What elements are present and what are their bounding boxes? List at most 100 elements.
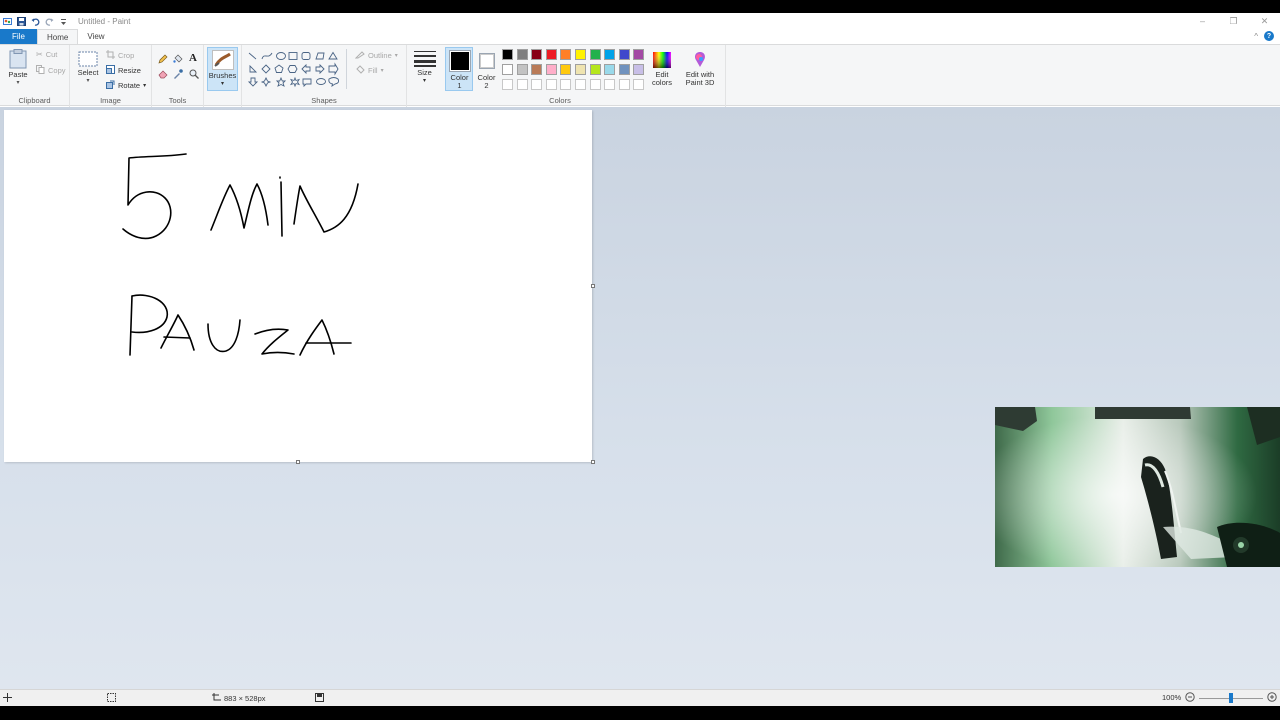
palette-custom-slot[interactable] xyxy=(502,79,513,90)
palette-custom-slot[interactable] xyxy=(604,79,615,90)
brush-icon xyxy=(211,50,234,72)
canvas-resize-handle-corner[interactable] xyxy=(591,460,595,464)
zoom-in-button[interactable] xyxy=(1267,692,1277,702)
select-label: Select xyxy=(77,68,99,77)
scissors-icon: ✂ xyxy=(36,50,43,59)
palette-swatch[interactable] xyxy=(619,64,630,75)
rotate-label: Rotate xyxy=(118,81,141,90)
drawing-canvas[interactable] xyxy=(4,110,595,464)
palette-custom-slot[interactable] xyxy=(546,79,557,90)
minimize-button[interactable]: – xyxy=(1187,13,1218,29)
cut-button[interactable]: ✂ Cut xyxy=(36,50,57,59)
outline-dropdown-arrow-icon: ▾ xyxy=(394,53,398,59)
palette-custom-slot[interactable] xyxy=(560,79,571,90)
zoom-out-icon xyxy=(1185,692,1195,702)
rotate-button[interactable]: Rotate ▾ xyxy=(106,80,146,91)
palette-custom-slot[interactable] xyxy=(590,79,601,90)
paint-window: Untitled - Paint – ❐ ✕ File Home View ^ … xyxy=(0,13,1280,706)
text-tool-icon[interactable]: A xyxy=(189,52,197,64)
cursor-position xyxy=(3,693,12,704)
palette-custom-slot[interactable] xyxy=(517,79,528,90)
customize-toolbar-icon[interactable] xyxy=(59,17,68,26)
image-group: Select ▾ Crop Resize Rotate ▾ Image xyxy=(70,45,152,107)
restore-button[interactable]: ❐ xyxy=(1218,13,1249,29)
home-tab[interactable]: Home xyxy=(37,29,79,44)
paste-label: Paste xyxy=(8,70,28,79)
color-picker-icon[interactable] xyxy=(173,69,183,81)
pencil-icon[interactable] xyxy=(158,54,168,66)
resize-button[interactable]: Resize xyxy=(106,65,141,76)
undo-icon[interactable] xyxy=(31,17,40,26)
color-2-chip xyxy=(479,54,494,68)
save-icon[interactable] xyxy=(17,16,26,26)
palette-swatch[interactable] xyxy=(590,49,601,60)
tools-group: A Tools xyxy=(152,45,204,107)
palette-swatch[interactable] xyxy=(546,64,557,75)
resize-label: Resize xyxy=(118,66,141,75)
palette-swatch[interactable] xyxy=(502,49,513,60)
ribbon-controls: ^ ? xyxy=(1254,31,1274,41)
paste-button[interactable]: Paste ▾ xyxy=(6,49,30,87)
palette-swatch[interactable] xyxy=(517,64,528,75)
paint-app-icon[interactable] xyxy=(3,17,12,26)
zoom-out-button[interactable] xyxy=(1185,692,1195,702)
palette-custom-slot[interactable] xyxy=(619,79,630,90)
zoom-slider-thumb[interactable] xyxy=(1229,693,1233,703)
crop-icon xyxy=(106,50,115,61)
palette-swatch[interactable] xyxy=(502,64,513,75)
palette-swatch[interactable] xyxy=(531,64,542,75)
view-tab[interactable]: View xyxy=(78,29,113,44)
palette-swatch[interactable] xyxy=(560,49,571,60)
palette-swatch[interactable] xyxy=(619,49,630,60)
collapse-ribbon-icon[interactable]: ^ xyxy=(1254,32,1258,41)
fill-button[interactable]: Fill ▾ xyxy=(355,65,384,76)
palette-swatch[interactable] xyxy=(546,49,557,60)
shapes-gallery[interactable] xyxy=(246,50,346,88)
palette-swatch[interactable] xyxy=(633,49,644,60)
palette-swatch[interactable] xyxy=(604,49,615,60)
paint3d-label-2: Paint 3D xyxy=(685,78,715,87)
palette-swatch[interactable] xyxy=(531,49,542,60)
canvas-size: 883 × 528px xyxy=(212,693,266,704)
edit-with-paint3d-button[interactable]: Edit with Paint 3D xyxy=(682,51,718,87)
copy-icon xyxy=(36,65,45,76)
help-icon[interactable]: ? xyxy=(1264,31,1274,41)
color-2-button[interactable]: Color 2 xyxy=(475,50,498,90)
tools-group-label: Tools xyxy=(168,96,187,105)
redo-icon[interactable] xyxy=(45,17,54,26)
edit-colors-button[interactable]: Edit colors xyxy=(648,51,676,87)
brushes-button[interactable]: Brushes ▾ xyxy=(207,47,238,91)
palette-swatch[interactable] xyxy=(633,64,644,75)
webcam-feed-image xyxy=(995,407,1280,567)
palette-custom-slot[interactable] xyxy=(633,79,644,90)
palette-swatch[interactable] xyxy=(604,64,615,75)
palette-swatch[interactable] xyxy=(575,64,586,75)
palette-swatch[interactable] xyxy=(590,64,601,75)
canvas-resize-handle-bottom[interactable] xyxy=(296,460,300,464)
palette-swatch[interactable] xyxy=(517,49,528,60)
close-button[interactable]: ✕ xyxy=(1249,13,1280,29)
palette-custom-slot[interactable] xyxy=(575,79,586,90)
selection-icon xyxy=(107,693,116,704)
palette-swatch[interactable] xyxy=(575,49,586,60)
file-tab[interactable]: File xyxy=(0,29,37,44)
palette-custom-slot[interactable] xyxy=(531,79,542,90)
magnifier-icon[interactable] xyxy=(189,69,199,81)
select-button[interactable]: Select ▾ xyxy=(76,51,100,85)
outline-button[interactable]: Outline ▾ xyxy=(354,50,398,61)
eraser-icon[interactable] xyxy=(158,69,168,81)
window-title: Untitled - Paint xyxy=(78,16,131,26)
crop-button[interactable]: Crop xyxy=(106,50,134,61)
color-1-chip-frame xyxy=(448,50,471,72)
color-1-button[interactable]: Color 1 xyxy=(448,50,471,90)
shapes-gallery-scrollbar[interactable] xyxy=(346,49,347,89)
copy-button[interactable]: Copy xyxy=(36,65,66,76)
color-wheel-icon xyxy=(652,51,672,71)
size-button[interactable]: Size ▾ xyxy=(412,50,437,85)
outline-icon xyxy=(354,50,365,61)
canvas-resize-handle-right[interactable] xyxy=(591,284,595,288)
palette-swatch[interactable] xyxy=(560,64,571,75)
disk-icon xyxy=(315,693,324,704)
canvas-dimensions: 883 × 528px xyxy=(224,694,266,703)
fill-bucket-icon[interactable] xyxy=(173,54,183,66)
